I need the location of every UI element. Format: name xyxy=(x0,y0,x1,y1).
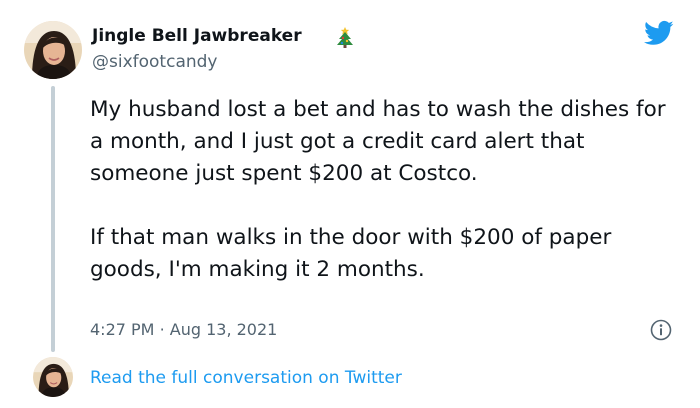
meta-separator: · xyxy=(159,320,165,339)
author-display-name[interactable]: Jingle Bell Jawbreaker xyxy=(92,24,302,48)
read-conversation-link[interactable]: Read the full conversation on Twitter xyxy=(90,366,402,390)
tweet-timestamp[interactable]: 4:27 PM · Aug 13, 2021 xyxy=(90,318,277,342)
tweet-time[interactable]: 4:27 PM xyxy=(90,320,154,339)
author-handle[interactable]: @sixfootcandy xyxy=(92,50,217,74)
profile-photo xyxy=(24,21,82,79)
author-avatar[interactable] xyxy=(24,21,82,79)
reply-avatar[interactable] xyxy=(33,357,73,397)
christmas-tree-icon xyxy=(337,27,353,48)
info-icon[interactable] xyxy=(650,319,672,341)
twitter-bird-icon[interactable] xyxy=(641,18,677,48)
tweet-date[interactable]: Aug 13, 2021 xyxy=(170,320,278,339)
tweet-body: My husband lost a bet and has to wash th… xyxy=(90,94,670,286)
thread-connector-line xyxy=(51,86,55,352)
tweet-paragraph: If that man walks in the door with $200 … xyxy=(90,225,612,282)
tweet-paragraph: My husband lost a bet and has to wash th… xyxy=(90,97,666,186)
profile-photo xyxy=(33,357,73,397)
